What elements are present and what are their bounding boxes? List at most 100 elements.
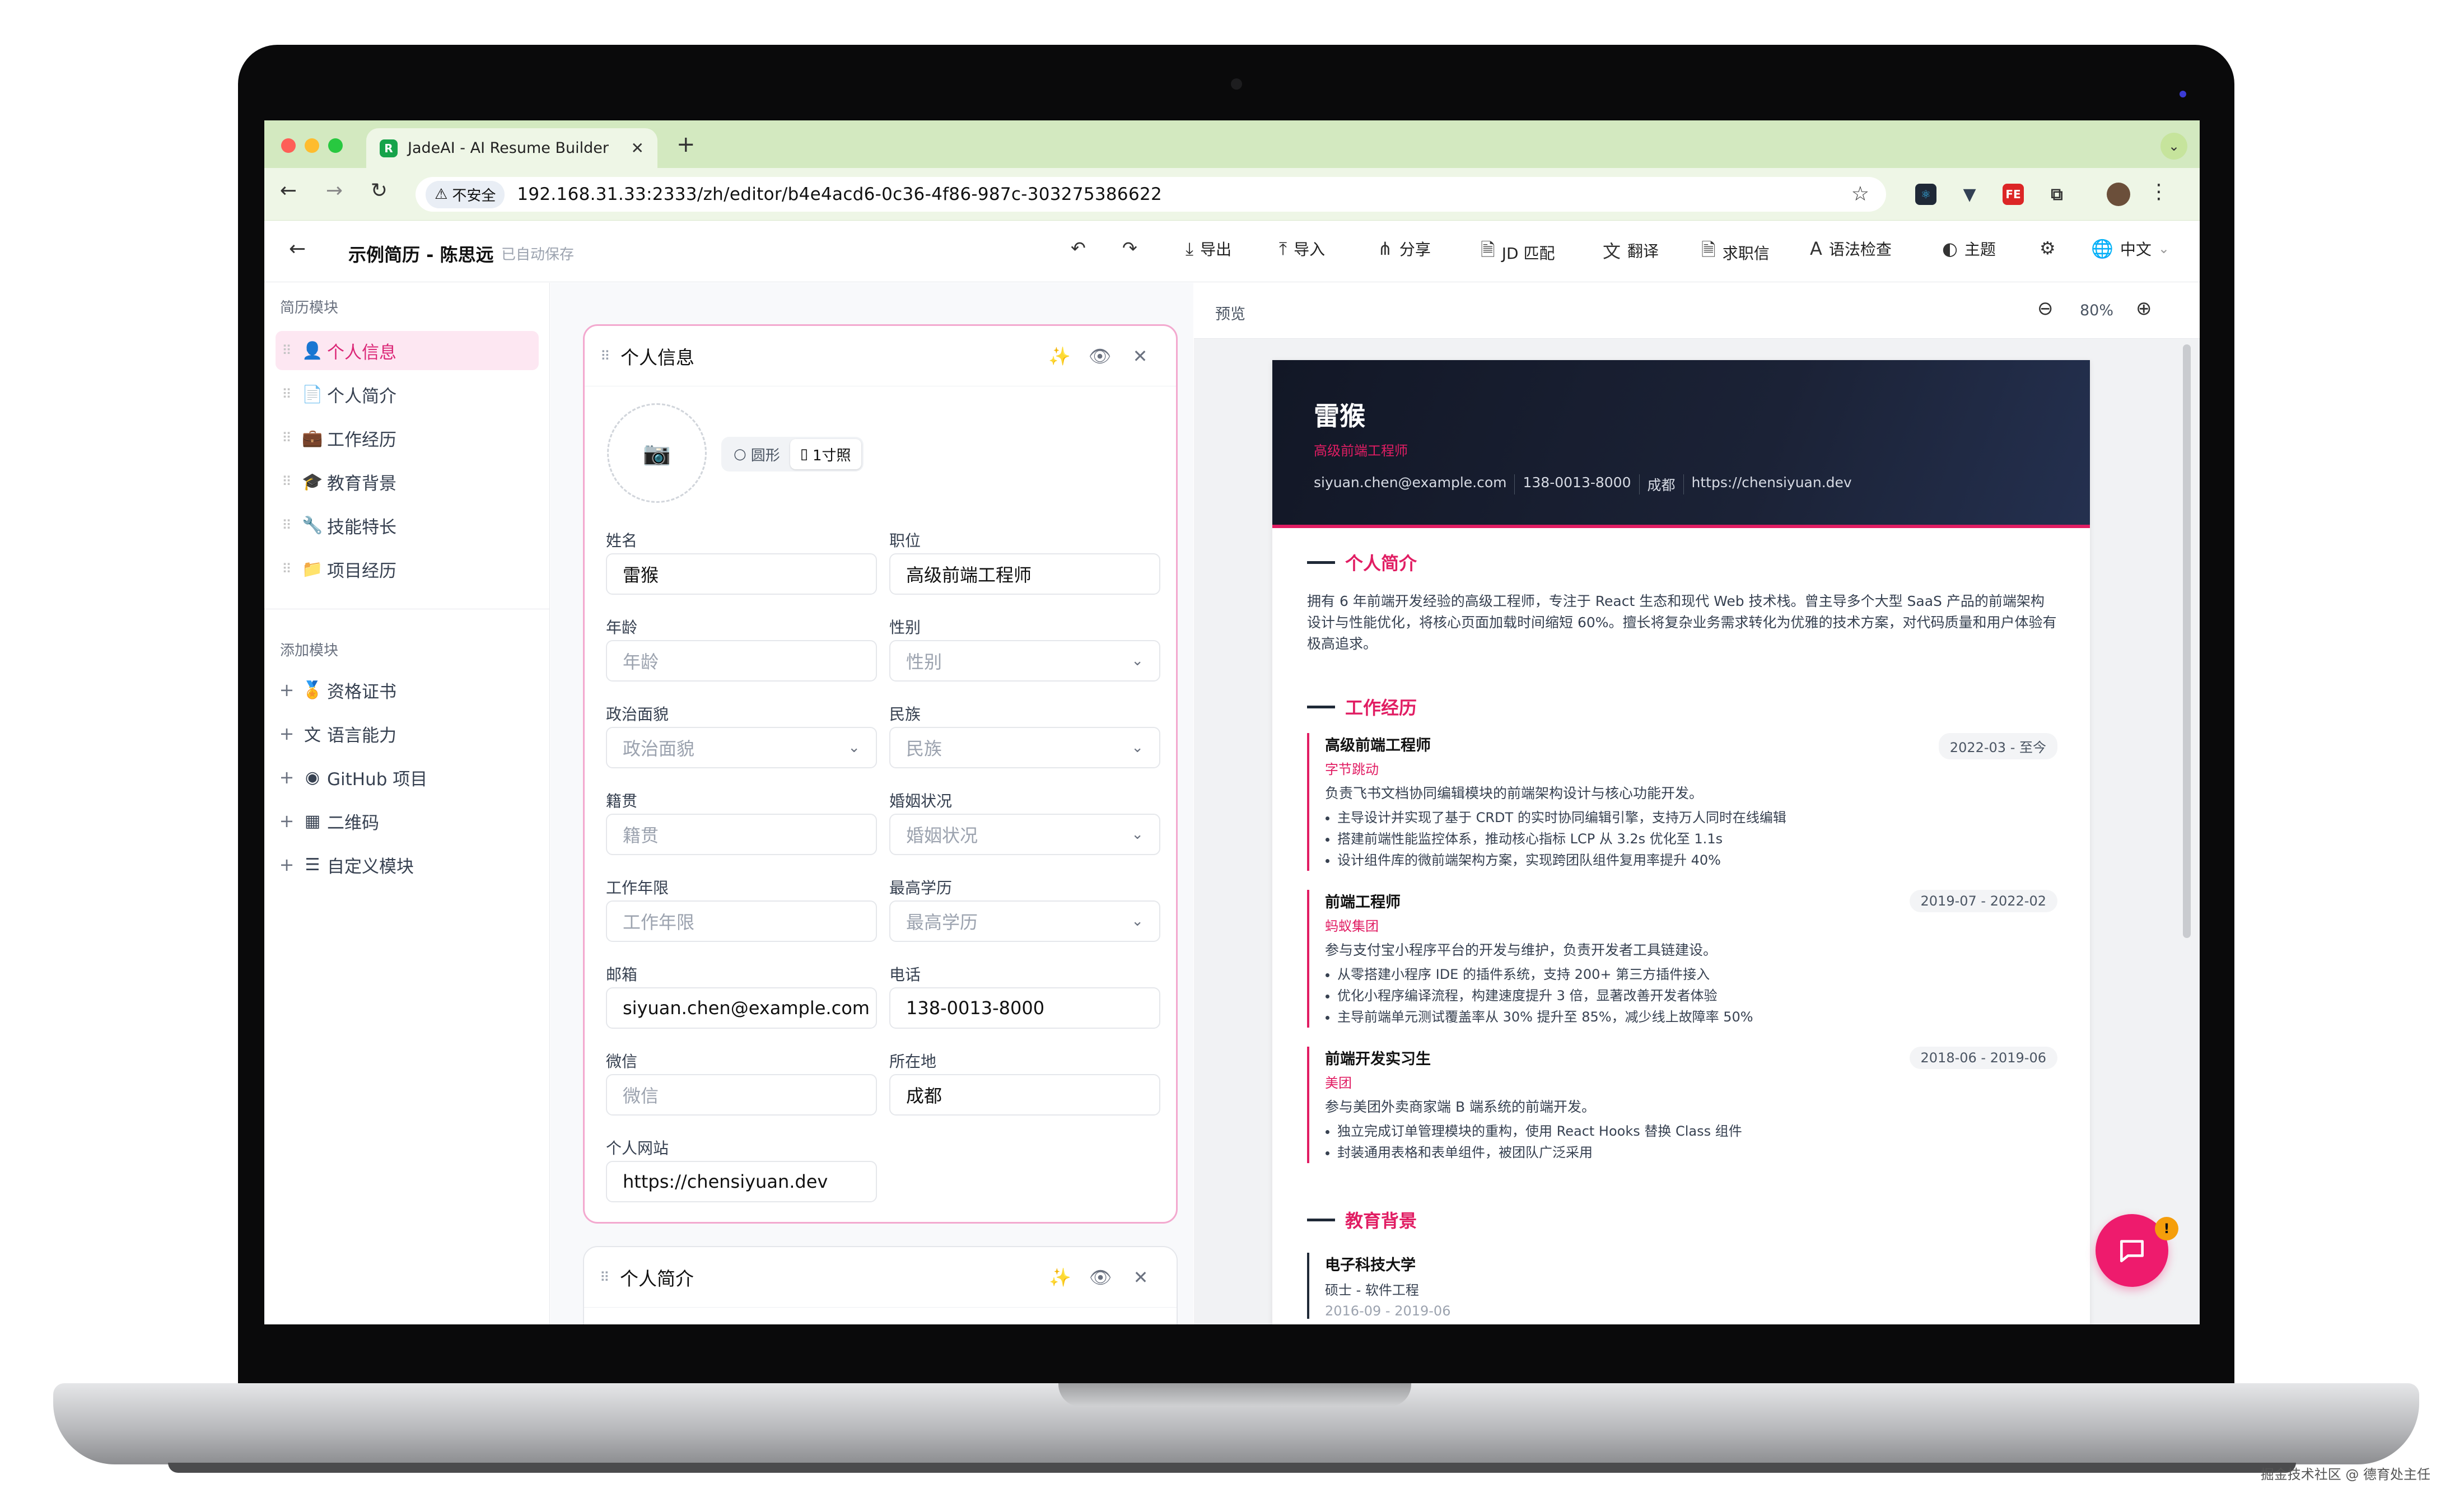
url-text[interactable]: 192.168.31.33:2333/zh/editor/b4e4acd6-0c… xyxy=(517,184,1162,204)
eye-icon[interactable]: 👁 xyxy=(1080,346,1120,367)
location-input[interactable]: 成都 xyxy=(889,1074,1160,1116)
ai-sparkle-icon[interactable]: ✨ xyxy=(1040,1267,1080,1288)
sidebar-item-projects[interactable]: ⠿ 📁 项目经历 xyxy=(276,549,539,589)
minimize-window-button[interactable] xyxy=(305,138,319,153)
import-button[interactable]: ⤒ 导入 xyxy=(1279,237,1325,260)
name-label: 姓名 xyxy=(606,531,638,550)
user-icon: 👤 xyxy=(302,340,323,361)
position-input[interactable]: 高级前端工程师 xyxy=(889,553,1160,595)
drag-handle-icon[interactable]: ⠿ xyxy=(600,348,620,364)
add-custom-button[interactable]: + ☰ 自定义模块 xyxy=(276,845,539,884)
vue-devtools-icon[interactable]: ▼ xyxy=(1959,184,1980,205)
jd-match-label: JD 匹配 xyxy=(1501,244,1555,263)
sidebar-item-education[interactable]: ⠿ 🎓 教育背景 xyxy=(276,462,539,501)
section-bar xyxy=(1307,1218,1335,1221)
cover-letter-button[interactable]: 🗎 求职信 xyxy=(1701,237,1770,268)
one-inch-option[interactable]: ▯ 1寸照 xyxy=(790,439,861,469)
website-input[interactable]: https://chensiyuan.dev xyxy=(606,1161,877,1202)
back-arrow-icon[interactable]: ← xyxy=(289,237,306,260)
translate-button[interactable]: 文翻译 xyxy=(1603,237,1659,263)
bookmark-star-icon[interactable]: ☆ xyxy=(1851,183,1869,206)
drag-handle-icon[interactable]: ⠿ xyxy=(276,343,298,358)
chrome-menu-icon[interactable]: ⋮ xyxy=(2149,180,2169,203)
name-input[interactable]: 雷猴 xyxy=(606,553,877,595)
sidebar-item-skills[interactable]: ⠿ 🔧 技能特长 xyxy=(276,506,539,545)
marital-select[interactable]: 婚姻状况 ⌄ xyxy=(889,814,1160,855)
resume-email: siyuan.chen@example.com xyxy=(1314,474,1507,491)
drag-handle-icon[interactable]: ⠿ xyxy=(276,386,298,402)
file-text-icon: 🗎 xyxy=(1701,239,1716,260)
document-title[interactable]: 示例简历 - 陈思远 xyxy=(348,241,494,267)
export-button[interactable]: ⤓ 导出 xyxy=(1186,237,1231,260)
zoom-out-icon[interactable]: ⊖ xyxy=(2037,297,2054,320)
sidebar-item-work[interactable]: ⠿ 💼 工作经历 xyxy=(276,418,539,458)
chevron-down-icon: ⌄ xyxy=(1131,826,1144,843)
eye-icon[interactable]: 👁 xyxy=(1080,1267,1121,1288)
back-icon[interactable]: ← xyxy=(274,179,302,202)
drag-handle-icon[interactable]: ⠿ xyxy=(276,517,298,533)
political-select[interactable]: 政治面貌 ⌄ xyxy=(606,727,877,768)
close-icon[interactable]: ✕ xyxy=(1120,346,1160,367)
theme-button[interactable]: ◐ 主题 xyxy=(1942,237,1996,260)
drag-handle-icon[interactable]: ⠿ xyxy=(276,430,298,446)
new-tab-button[interactable]: + xyxy=(676,132,696,157)
autosave-status: 已自动保存 xyxy=(501,246,575,263)
forward-icon[interactable]: → xyxy=(320,179,348,202)
sidebar-item-personal-info[interactable]: ⠿ 👤 个人信息 xyxy=(276,331,539,370)
wechat-input[interactable]: 微信 xyxy=(606,1074,877,1116)
close-icon[interactable]: ✕ xyxy=(1121,1267,1161,1288)
add-languages-button[interactable]: + 文语言能力 xyxy=(276,714,539,753)
photo-upload[interactable]: 📷 xyxy=(607,403,707,503)
circle-icon: ○ xyxy=(734,446,746,463)
gender-select[interactable]: 性别 ⌄ xyxy=(889,640,1160,682)
preview-panel: 预览 ⊖ 80% ⊕ 雷猴 高级前端工程师 siyuan.chen@exampl… xyxy=(1194,283,2200,1324)
add-qrcode-button[interactable]: + ▦ 二维码 xyxy=(276,801,539,841)
share-button[interactable]: ⋔ 分享 xyxy=(1378,237,1431,260)
settings-button[interactable]: ⚙ xyxy=(2040,237,2056,259)
summary-text: 拥有 6 年前端开发经验的高级工程师，专注于 React 生态和现代 Web 技… xyxy=(1307,593,2057,652)
age-label: 年龄 xyxy=(606,618,638,637)
hometown-input[interactable]: 籍贯 xyxy=(606,814,877,855)
fe-helper-icon[interactable]: FE xyxy=(2003,184,2024,205)
ethnicity-select[interactable]: 民族 ⌄ xyxy=(889,727,1160,768)
zoom-window-button[interactable] xyxy=(328,138,343,153)
years-input[interactable]: 工作年限 xyxy=(606,900,877,942)
age-input[interactable]: 年龄 xyxy=(606,640,877,682)
browser-tab[interactable]: R JadeAI - AI Resume Builder ✕ xyxy=(366,128,657,168)
phone-input[interactable]: 138-0013-8000 xyxy=(889,987,1160,1029)
address-bar[interactable]: ⚠ 不安全 192.168.31.33:2333/zh/editor/b4e4a… xyxy=(416,177,1886,212)
circle-option[interactable]: ○ 圆形 xyxy=(724,439,790,469)
close-window-button[interactable] xyxy=(281,138,296,153)
zoom-in-icon[interactable]: ⊕ xyxy=(2136,297,2152,320)
jd-match-button[interactable]: 🗎 JD 匹配 xyxy=(1481,237,1555,268)
extensions-puzzle-icon[interactable]: ⧉ xyxy=(2046,184,2068,205)
drag-handle-icon[interactable]: ⠿ xyxy=(600,1270,620,1285)
reload-icon[interactable]: ↻ xyxy=(365,179,393,202)
summary-card: ⠿ 个人简介 ✨ 👁 ✕ xyxy=(583,1246,1178,1324)
sidebar-item-summary[interactable]: ⠿ 📄 个人简介 xyxy=(276,375,539,414)
tab-search-chevron-icon[interactable]: ⌄ xyxy=(2160,133,2187,160)
add-github-button[interactable]: + ◉ GitHub 项目 xyxy=(276,758,539,797)
folder-icon: 📁 xyxy=(302,559,323,579)
drag-handle-icon[interactable]: ⠿ xyxy=(276,561,298,577)
react-devtools-icon[interactable]: ⚛ xyxy=(1915,184,1936,205)
profile-avatar[interactable] xyxy=(2107,183,2130,206)
add-certificates-button[interactable]: + 🏅 资格证书 xyxy=(276,670,539,710)
language-select[interactable]: 🌐 中文 ⌄ xyxy=(2091,237,2169,260)
ai-sparkle-icon[interactable]: ✨ xyxy=(1039,346,1080,367)
security-chip[interactable]: ⚠ 不安全 xyxy=(426,180,505,208)
grammar-check-button[interactable]: A 语法检查 xyxy=(1810,237,1892,260)
resume-page: 雷猴 高级前端工程师 siyuan.chen@example.com 138-0… xyxy=(1272,360,2090,1324)
preview-scrollbar[interactable] xyxy=(2183,344,2191,938)
preview-header: 预览 ⊖ 80% ⊕ xyxy=(1194,283,2200,339)
laptop-notch xyxy=(1058,1383,1411,1407)
undo-button[interactable]: ↶ xyxy=(1071,237,1086,259)
upload-icon: ⤒ xyxy=(1279,237,1287,259)
email-input[interactable]: siyuan.chen@example.com xyxy=(606,987,877,1029)
sidebar: 简历模块 ⠿ 👤 个人信息 ⠿ 📄 个人简介 ⠿ 💼 工作经历 ⠿ 🎓 教育背景 ⠿ 🔧 技能特长 … xyxy=(264,283,550,1324)
layout-list-icon: ☰ xyxy=(305,855,320,875)
redo-button[interactable]: ↷ xyxy=(1122,237,1137,259)
education-select[interactable]: 最高学历 ⌄ xyxy=(889,900,1160,942)
drag-handle-icon[interactable]: ⠿ xyxy=(276,474,298,489)
tab-close-icon[interactable]: ✕ xyxy=(631,139,644,157)
